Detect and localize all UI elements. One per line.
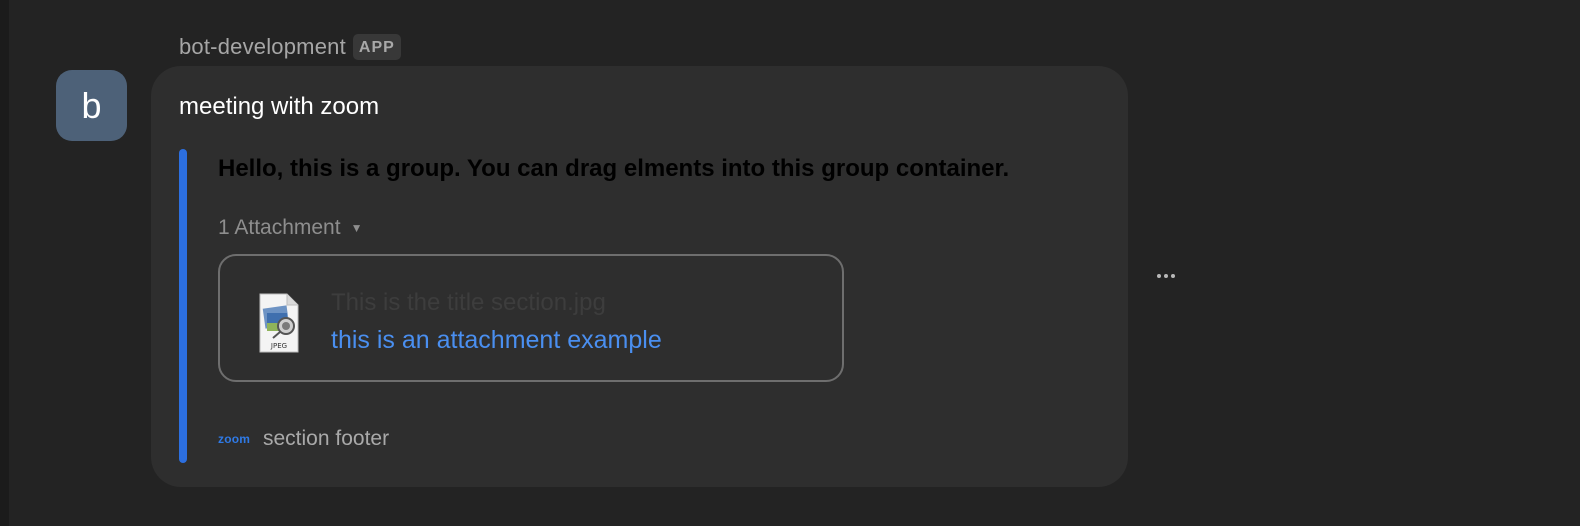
- more-dot: [1171, 274, 1175, 278]
- file-type-label: JPEG: [270, 342, 287, 350]
- jpeg-file-icon: JPEG: [259, 293, 299, 353]
- more-options-icon[interactable]: [1152, 264, 1180, 288]
- zoom-logo-icon: zoom: [218, 432, 251, 446]
- avatar-letter: b: [81, 84, 102, 126]
- section-footer: zoom section footer: [218, 427, 389, 451]
- attachment-title: This is the title section.jpg: [331, 289, 606, 316]
- attachment-link[interactable]: this is an attachment example: [331, 326, 662, 355]
- caret-down-icon: ▼: [350, 221, 363, 235]
- section-footer-text: section footer: [263, 427, 390, 450]
- more-dot: [1164, 274, 1168, 278]
- message-bubble: meeting with zoom Hello, this is a group…: [151, 66, 1128, 487]
- section-accent-bar: [179, 149, 187, 463]
- app-badge: APP: [352, 34, 401, 60]
- attachment-toggle-label: 1 Attachment: [218, 216, 341, 239]
- more-dot: [1157, 274, 1161, 278]
- section-header: Hello, this is a group. You can drag elm…: [218, 155, 1010, 182]
- attachment-card[interactable]: JPEG This is the title section.jpg this …: [218, 254, 844, 382]
- avatar[interactable]: b: [56, 70, 127, 141]
- sender-name[interactable]: bot-development: [179, 34, 346, 60]
- attachment-toggle[interactable]: 1 Attachment ▼: [218, 216, 362, 240]
- window-left-edge: [0, 0, 9, 526]
- message-sender-row: bot-development APP: [179, 34, 401, 60]
- message-text: meeting with zoom: [179, 93, 380, 120]
